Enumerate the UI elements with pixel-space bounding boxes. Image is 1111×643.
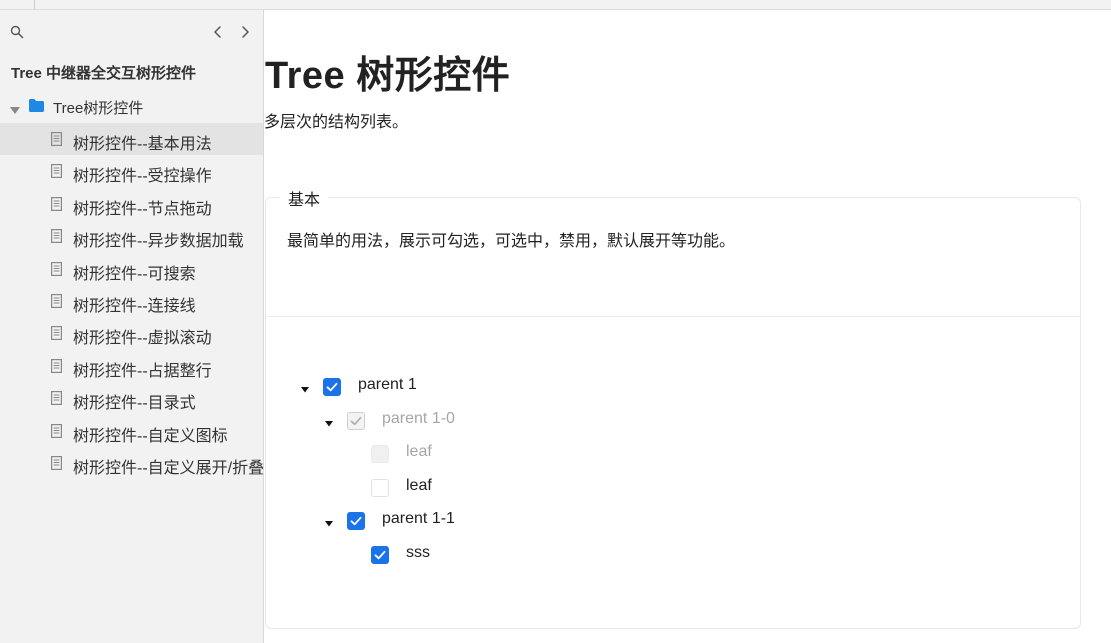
sidebar-page-item[interactable]: 树形控件--基本用法 [0,123,263,156]
document-icon [51,423,63,443]
document-icon [51,132,63,151]
demo-legend: 基本 [280,186,329,210]
sidebar-page-item[interactable]: 树形控件--受控操作 [0,155,263,187]
sidebar-page-label: 树形控件--占据整行 [73,362,212,380]
tree-node-checkbox[interactable] [347,512,365,531]
sidebar-page-label: 树形控件--基本用法 [73,136,212,153]
top-toolbar-strip [0,0,1111,10]
tree-node: leaf [266,443,666,467]
sidebar-page-item[interactable]: 树形控件--占据整行 [0,350,263,382]
folder-tree-control[interactable]: Tree树形控件 [0,94,263,118]
demo-divider [266,316,1080,317]
document-icon [51,358,63,378]
sidebar: Tree 中继器全交互树形控件 Tree树形控件 树形控件--基本用法 树形控件-… [0,10,264,643]
tree-node: parent 1-0 [266,410,666,434]
sidebar-page-item[interactable]: 树形控件--连接线 [0,285,263,317]
tree-node-label[interactable]: sss [406,544,430,562]
document-icon [51,196,63,216]
tree-expand-caret-icon[interactable] [324,516,334,527]
folder-icon [29,99,44,117]
folder-label: Tree树形控件 [53,100,144,117]
chevron-right-icon[interactable] [237,24,253,40]
tree-node-checkbox[interactable] [323,378,341,396]
main-content: Tree 树形控件 多层次的结构列表。 基本 最简单的用法，展示可勾选，可选中，… [264,10,1111,643]
sidebar-toolbar [0,20,263,44]
chevron-left-icon[interactable] [210,24,226,40]
tree-node: parent 1-1 [266,510,666,534]
project-title: Tree 中继器全交互树形控件 [11,65,197,82]
tree-expand-caret-icon[interactable] [300,382,310,393]
tree-node-checkbox[interactable] [371,546,389,564]
sidebar-page-item[interactable]: 树形控件--目录式 [0,382,263,414]
tree-node-label[interactable]: parent 1 [358,376,417,394]
tree-node-checkbox [347,411,365,430]
demo-card-basic: 基本 最简单的用法，展示可勾选，可选中，禁用，默认展开等功能。 parent 1… [265,186,1081,629]
sidebar-page-label: 树形控件--连接线 [73,297,196,315]
sidebar-page-item[interactable]: 树形控件--节点拖动 [0,188,263,220]
sidebar-page-label: 树形控件--可搜索 [73,265,196,283]
sidebar-page-label: 树形控件--虚拟滚动 [73,330,212,348]
tree-node: leaf [266,477,666,501]
sidebar-page-label: 树形控件--自定义展开/折叠 [73,459,264,477]
tree-node-label[interactable]: leaf [406,477,432,495]
tree-expand-caret-icon[interactable] [324,416,334,427]
sidebar-page-item[interactable]: 树形控件--虚拟滚动 [0,317,263,349]
tree-node-label: parent 1-0 [382,409,455,427]
document-icon [51,261,63,281]
page-description: 多层次的结构列表。 [264,114,409,131]
sidebar-page-item[interactable]: 树形控件--可搜索 [0,253,263,285]
sidebar-page-label: 树形控件--节点拖动 [73,200,212,218]
sidebar-page-item[interactable]: 树形控件--自定义图标 [0,415,263,447]
document-icon [51,391,63,410]
document-icon [51,164,63,183]
tree-node-label[interactable]: parent 1-1 [382,510,455,528]
sidebar-page-label: 树形控件--自定义图标 [73,427,228,445]
document-icon [51,455,63,475]
sidebar-page-label: 树形控件--受控操作 [73,168,212,186]
page-list: 树形控件--基本用法 树形控件--受控操作 树形控件--节点拖动树形控件--异步数据… [0,123,263,479]
caret-down-icon[interactable] [10,102,20,120]
tree-node-label: leaf [406,443,432,461]
demo-description: 最简单的用法，展示可勾选，可选中，禁用，默认展开等功能。 [287,233,736,250]
tree-node: parent 1 [266,376,666,400]
tree-node-checkbox[interactable] [371,478,389,497]
sidebar-page-item[interactable]: 树形控件--异步数据加载 [0,220,263,252]
sidebar-page-label: 树形控件--异步数据加载 [73,233,244,251]
tree-node-checkbox [371,445,389,464]
document-icon [51,293,63,313]
sidebar-page-item[interactable]: 树形控件--自定义展开/折叠 [0,447,263,479]
document-icon [51,229,63,248]
sidebar-page-label: 树形控件--目录式 [73,395,196,413]
toolbar-divider [34,0,35,9]
search-icon[interactable] [10,25,24,39]
tree-node: sss [266,544,666,568]
document-icon [51,326,63,345]
page-title: Tree 树形控件 [265,55,511,97]
